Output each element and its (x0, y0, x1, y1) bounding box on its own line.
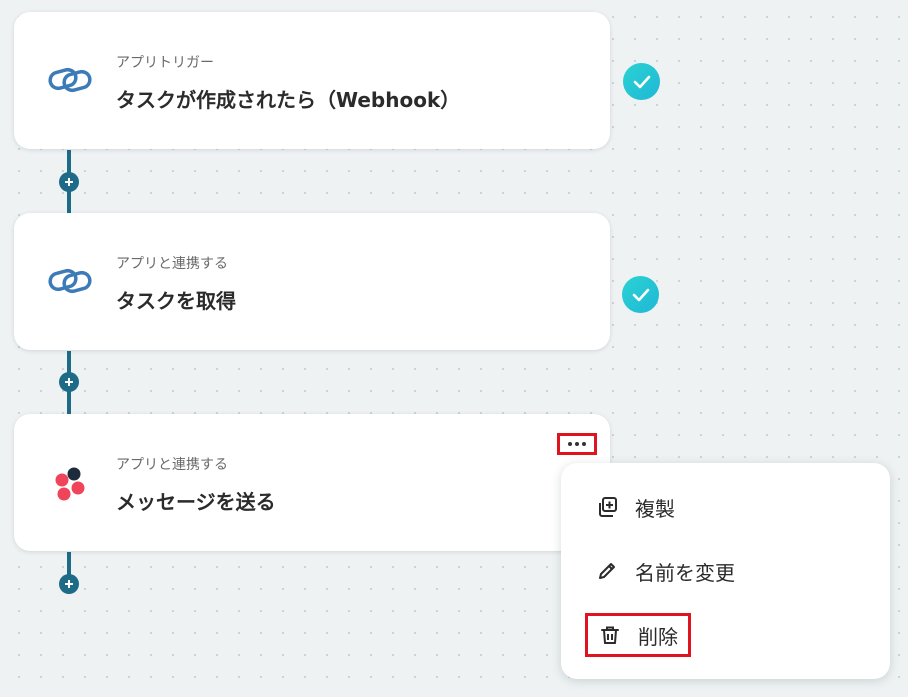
asana-dots-icon (48, 462, 92, 502)
step-card-get-task[interactable]: アプリと連携する タスクを取得 (14, 213, 610, 350)
duplicate-icon (595, 495, 619, 519)
step-type-label: アプリと連携する (116, 256, 228, 272)
menu-item-delete[interactable]: 削除 (585, 613, 691, 657)
step-title: メッセージを送る (116, 490, 276, 514)
more-dot (582, 442, 586, 446)
step-title: タスクが作成されたら（Webhook） (116, 88, 461, 112)
plus-icon (65, 580, 73, 588)
trash-icon (598, 623, 622, 647)
link-rings-icon (48, 60, 92, 100)
add-step-button[interactable] (59, 574, 79, 594)
step-card-send-message[interactable]: アプリと連携する メッセージを送る (14, 414, 610, 551)
menu-item-label: 複製 (635, 496, 675, 521)
add-step-button[interactable] (59, 172, 79, 192)
check-icon (622, 276, 659, 313)
plus-icon (65, 178, 73, 186)
menu-item-rename[interactable]: 名前を変更 (595, 551, 735, 591)
menu-item-label: 名前を変更 (635, 560, 735, 585)
plus-icon (65, 378, 73, 386)
step-card-trigger[interactable]: アプリトリガー タスクが作成されたら（Webhook） (14, 12, 610, 149)
step-type-label: アプリトリガー (116, 55, 214, 71)
link-rings-icon (48, 261, 92, 301)
menu-item-duplicate[interactable]: 複製 (595, 487, 675, 527)
more-dot (575, 442, 579, 446)
step-context-menu: 複製 名前を変更 削除 (561, 463, 890, 679)
more-options-button[interactable] (557, 433, 597, 455)
add-step-button[interactable] (59, 372, 79, 392)
step-title: タスクを取得 (116, 289, 236, 313)
check-icon (623, 63, 660, 100)
more-dot (568, 442, 572, 446)
menu-item-label: 削除 (638, 624, 678, 649)
step-type-label: アプリと連携する (116, 457, 228, 473)
pencil-icon (595, 559, 619, 583)
